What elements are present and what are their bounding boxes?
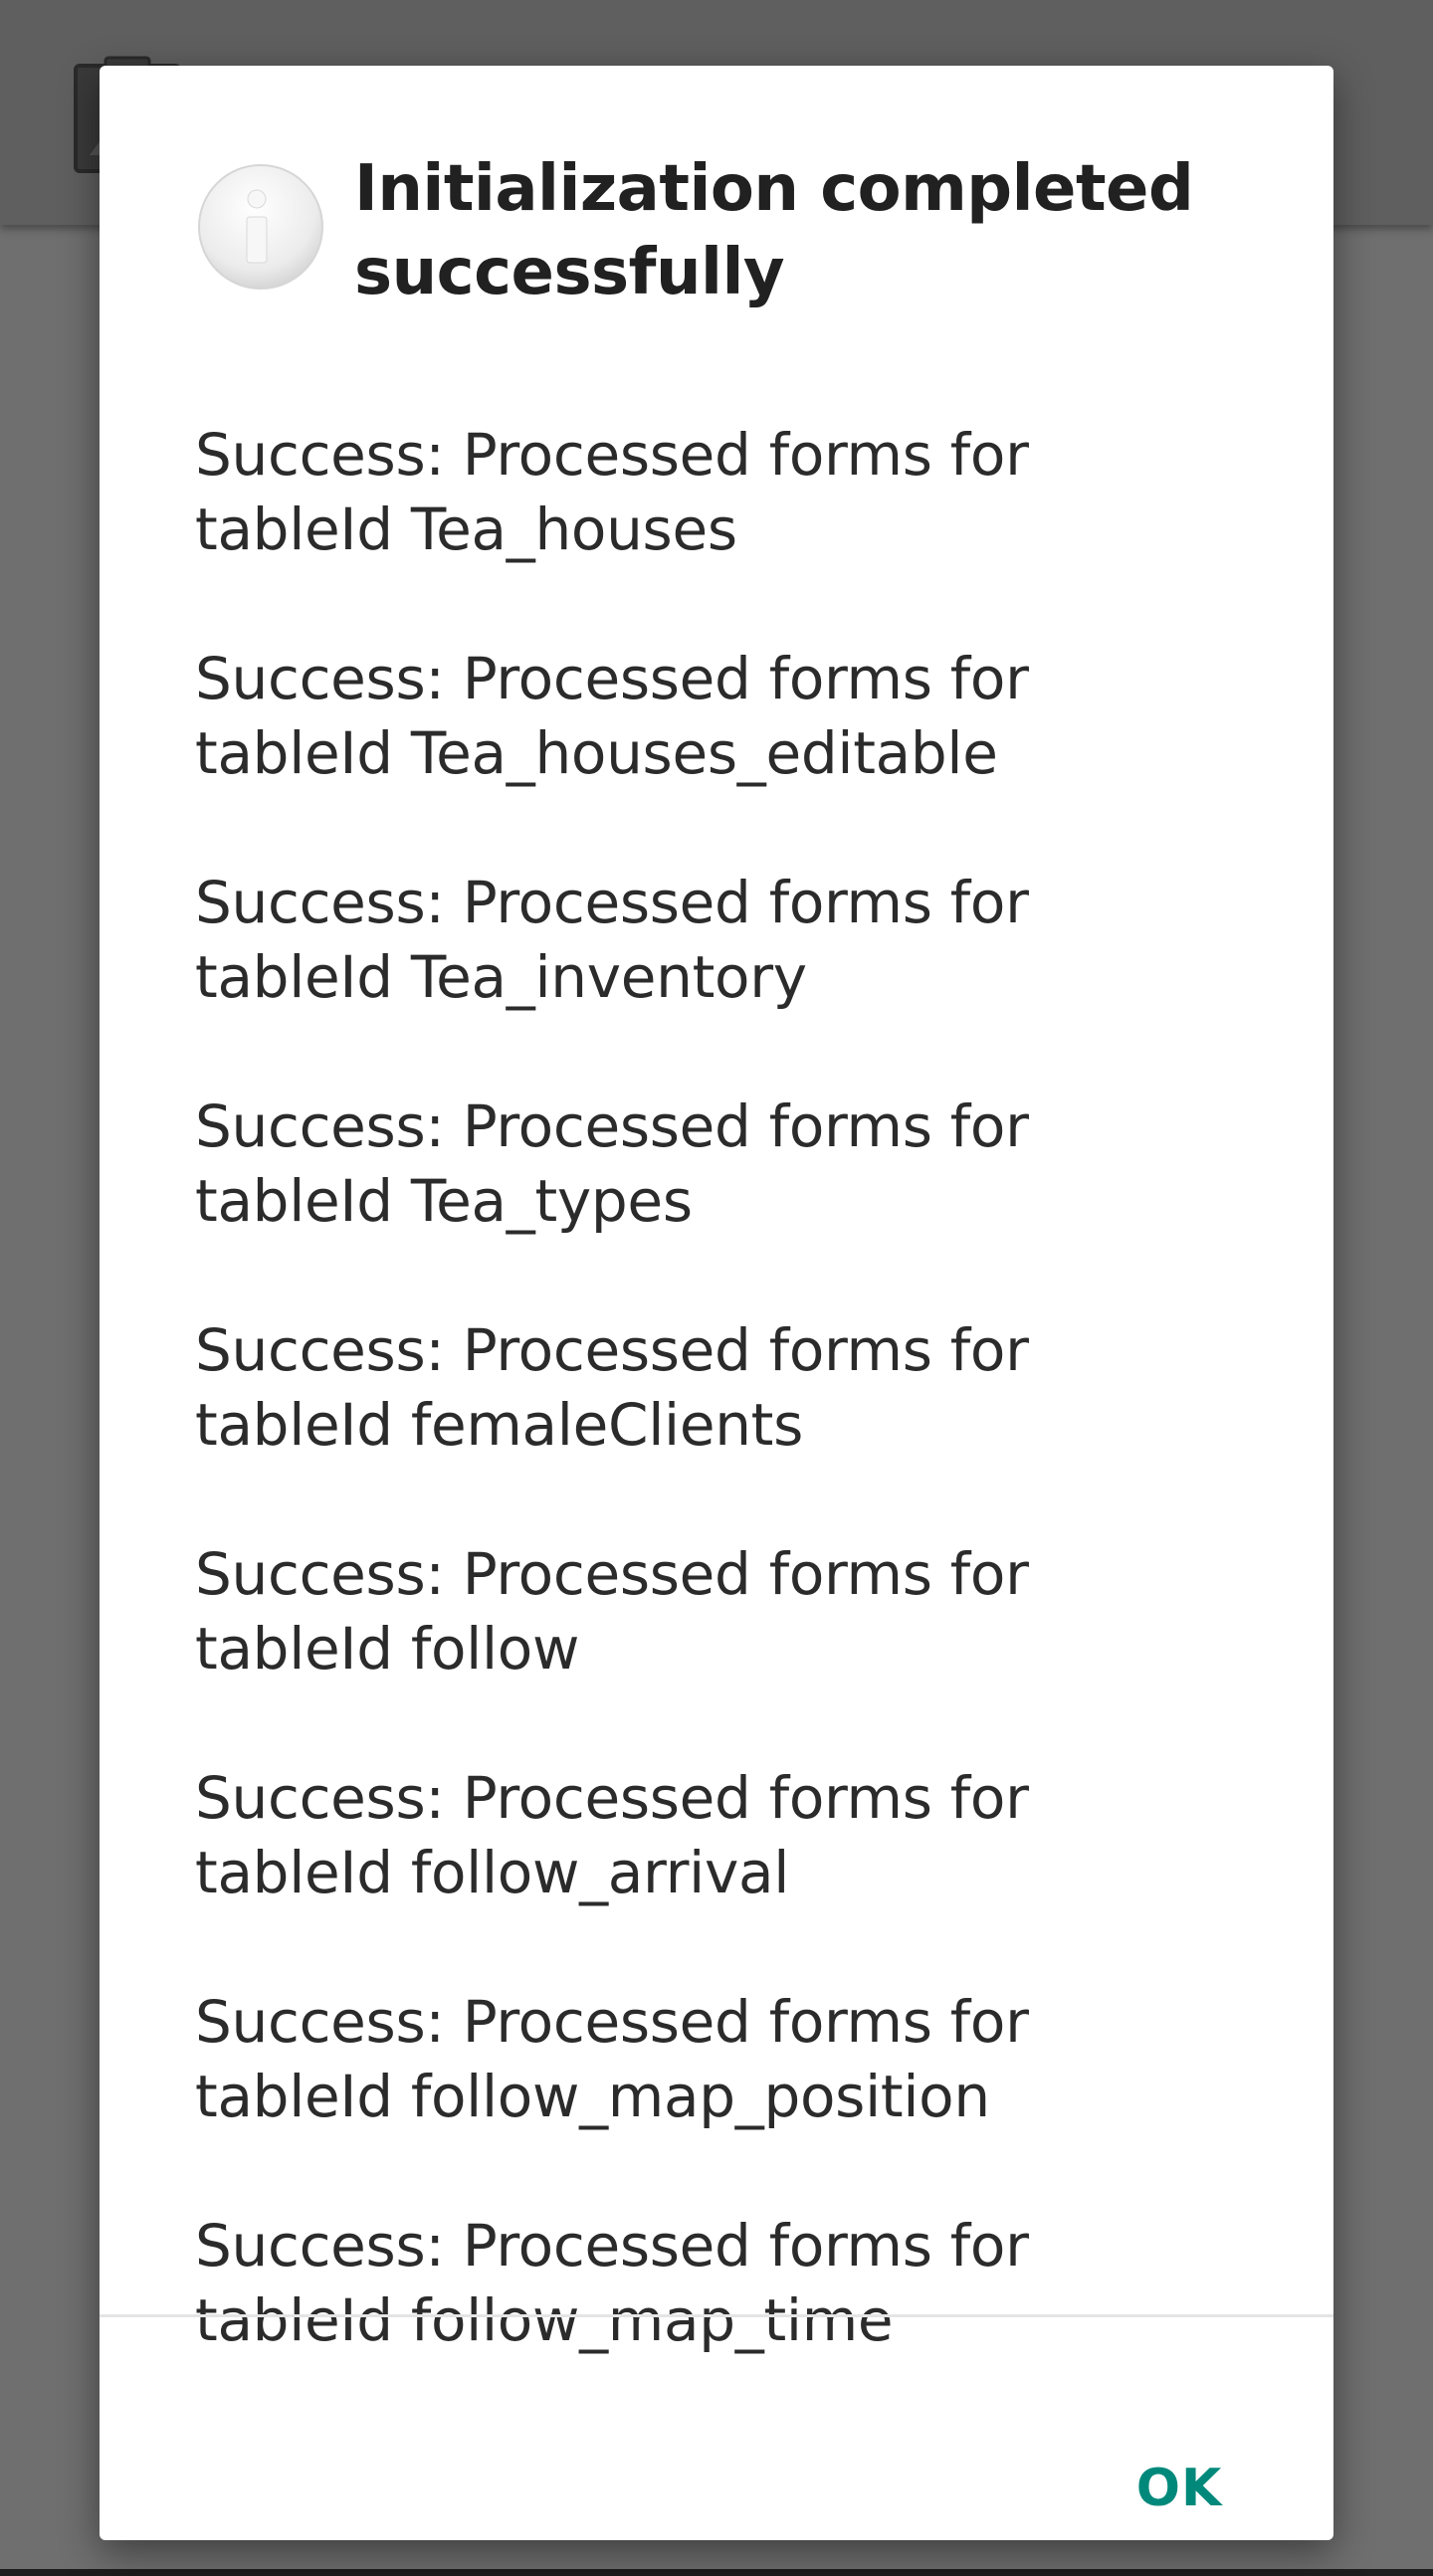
dialog-title: Initialization completed successfully (354, 152, 1194, 309)
message-line-1: Success: Processed forms for (195, 869, 1029, 936)
message-line-1: Success: Processed forms for (195, 645, 1029, 712)
message-line-2: tableId follow_map_position (195, 2063, 990, 2130)
message-list: Success: Processed forms for tableId Tea… (195, 418, 1270, 2433)
message-line-2: tableId Tea_houses_editable (195, 719, 998, 787)
list-item: Success: Processed forms for tableId fol… (195, 1985, 1270, 2209)
message-line-1: Success: Processed forms for (195, 1764, 1029, 1832)
list-item: Success: Processed forms for tableId Tea… (195, 418, 1270, 642)
message-line-1: Success: Processed forms for (195, 2212, 1029, 2279)
list-item: Success: Processed forms for tableId fol… (195, 1761, 1270, 1985)
message-line-2: tableId Tea_inventory (195, 943, 807, 1011)
message-line-2: tableId Tea_houses (195, 495, 737, 563)
list-item: Success: Processed forms for tableId fol… (195, 1537, 1270, 1761)
message-line-1: Success: Processed forms for (195, 1092, 1029, 1160)
message-line-1: Success: Processed forms for (195, 1316, 1029, 1384)
list-item: Success: Processed forms for tableId Tea… (195, 866, 1270, 1090)
message-line-2: tableId Tea_types (195, 1167, 693, 1235)
message-line-2: tableId follow (195, 1615, 580, 1683)
info-icon (198, 164, 323, 290)
list-item: Success: Processed forms for tableId fem… (195, 1313, 1270, 1537)
message-line-2: tableId follow_map_time (195, 2286, 894, 2354)
list-item: Success: Processed forms for tableId Tea… (195, 642, 1270, 866)
list-item: Success: Processed forms for tableId fol… (195, 2209, 1270, 2433)
message-line-1: Success: Processed forms for (195, 421, 1029, 489)
ok-button[interactable]: OK (1095, 2434, 1264, 2540)
message-line-1: Success: Processed forms for (195, 1988, 1029, 2056)
dialog-divider (100, 2314, 1333, 2317)
message-line-2: tableId follow_arrival (195, 1839, 790, 1906)
screen-bottom-edge (0, 2569, 1433, 2576)
message-line-1: Success: Processed forms for (195, 1540, 1029, 1608)
message-line-2: tableId femaleClients (195, 1391, 804, 1459)
initialization-dialog: Initialization completed successfully Su… (100, 66, 1333, 2540)
dialog-header: Initialization completed successfully (100, 66, 1333, 334)
list-item: Success: Processed forms for tableId Tea… (195, 1090, 1270, 1313)
